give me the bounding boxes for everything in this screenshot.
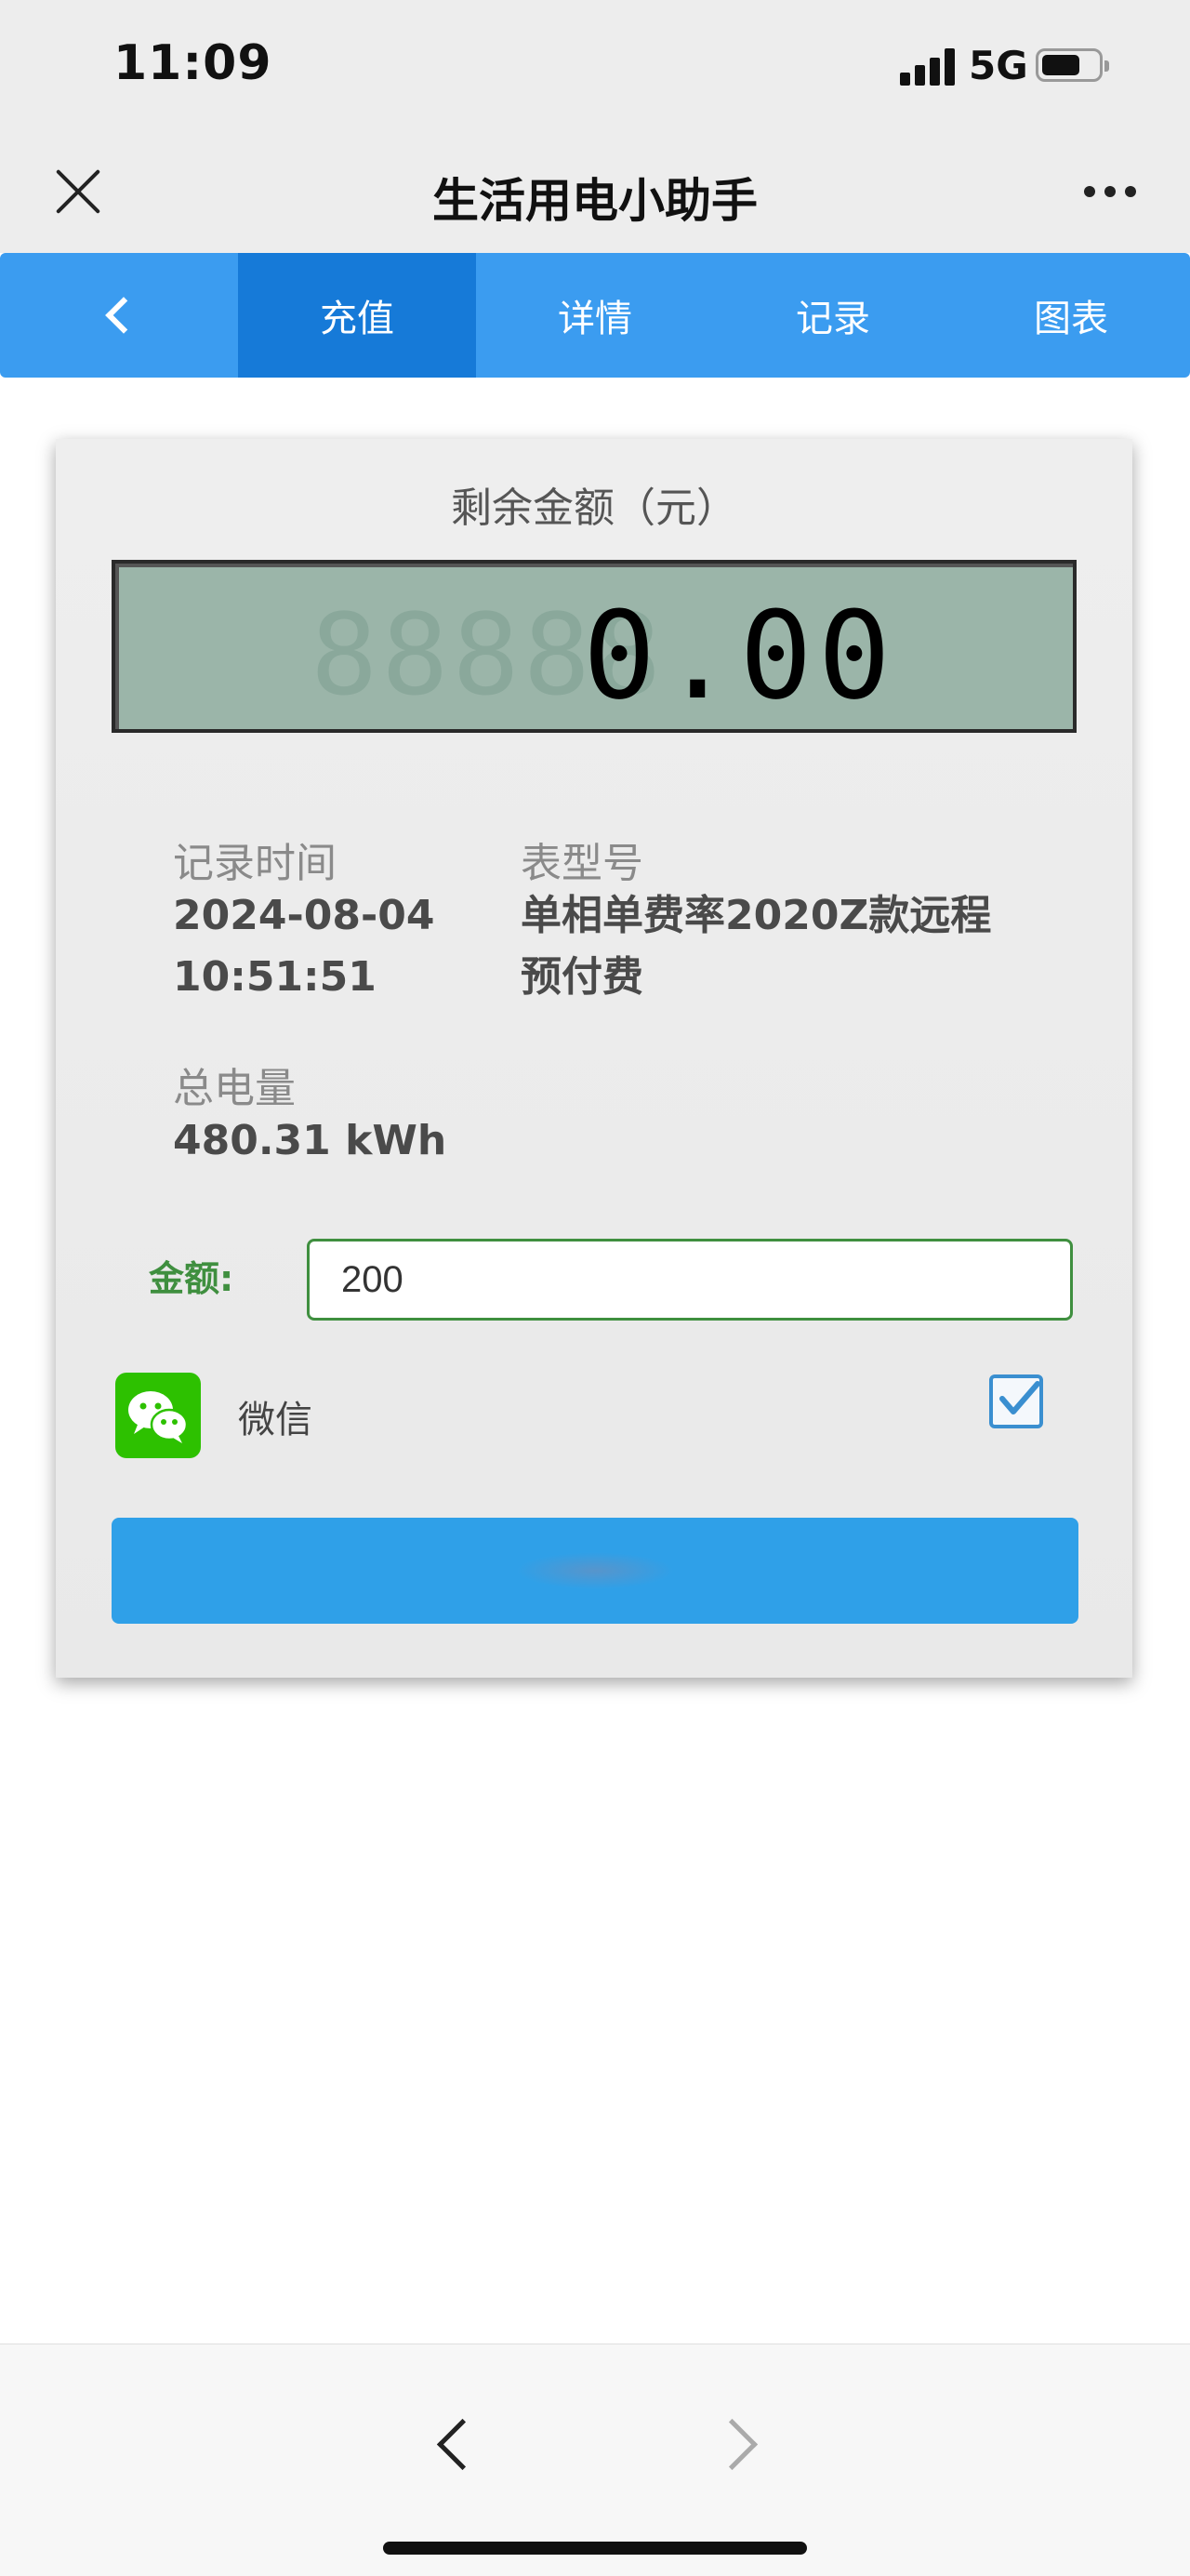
total-energy-value: 480.31 kWh <box>173 1117 447 1164</box>
status-time: 11:09 <box>113 35 272 91</box>
tab-details[interactable]: 详情 <box>476 253 714 378</box>
nav-bar: 生活用电小助手 <box>0 139 1190 253</box>
pay-button[interactable] <box>112 1518 1078 1624</box>
tab-records[interactable]: 记录 <box>714 253 952 378</box>
battery-icon <box>1036 48 1109 82</box>
balance-lcd: 88888 0.00 <box>112 560 1077 733</box>
recharge-card: 剩余金额（元） 88888 0.00 记录时间 2024-08-04 10:51… <box>56 439 1132 1678</box>
tab-bar: 充值 详情 记录 图表 <box>0 253 1190 378</box>
status-bar: 11:09 5G <box>0 0 1190 139</box>
checkbox-checked-icon <box>999 1381 1040 1414</box>
page-title: 生活用电小助手 <box>432 174 758 228</box>
record-time-label: 记录时间 <box>173 840 337 887</box>
amount-label: 金额: <box>149 1258 234 1299</box>
pay-button-blurred-label <box>516 1552 674 1589</box>
record-clock: 10:51:51 <box>173 953 377 1001</box>
balance-title: 剩余金额（元） <box>451 485 737 532</box>
meter-model-line2: 预付费 <box>521 953 643 1001</box>
back-button[interactable] <box>0 253 238 378</box>
browser-bottom-bar <box>0 2344 1190 2576</box>
signal-icon <box>900 48 958 86</box>
total-energy-label: 总电量 <box>173 1065 296 1112</box>
record-date: 2024-08-04 <box>173 892 435 939</box>
meter-model-line1: 单相单费率2020Z款远程 <box>521 892 992 939</box>
browser-forward-icon[interactable] <box>706 2418 759 2471</box>
amount-input[interactable]: 200 <box>307 1239 1073 1321</box>
balance-value: 0.00 <box>582 585 896 726</box>
back-chevron-icon <box>105 297 142 334</box>
meter-model-label: 表型号 <box>521 840 643 887</box>
home-indicator[interactable] <box>383 2542 807 2555</box>
more-icon[interactable] <box>1084 186 1140 199</box>
wechat-icon <box>115 1373 201 1458</box>
browser-back-icon[interactable] <box>436 2418 489 2471</box>
payment-checkbox[interactable] <box>989 1374 1043 1428</box>
payment-method-label: 微信 <box>238 1399 312 1441</box>
network-type: 5G <box>969 43 1028 88</box>
tab-recharge[interactable]: 充值 <box>238 253 476 378</box>
tab-charts[interactable]: 图表 <box>952 253 1190 378</box>
